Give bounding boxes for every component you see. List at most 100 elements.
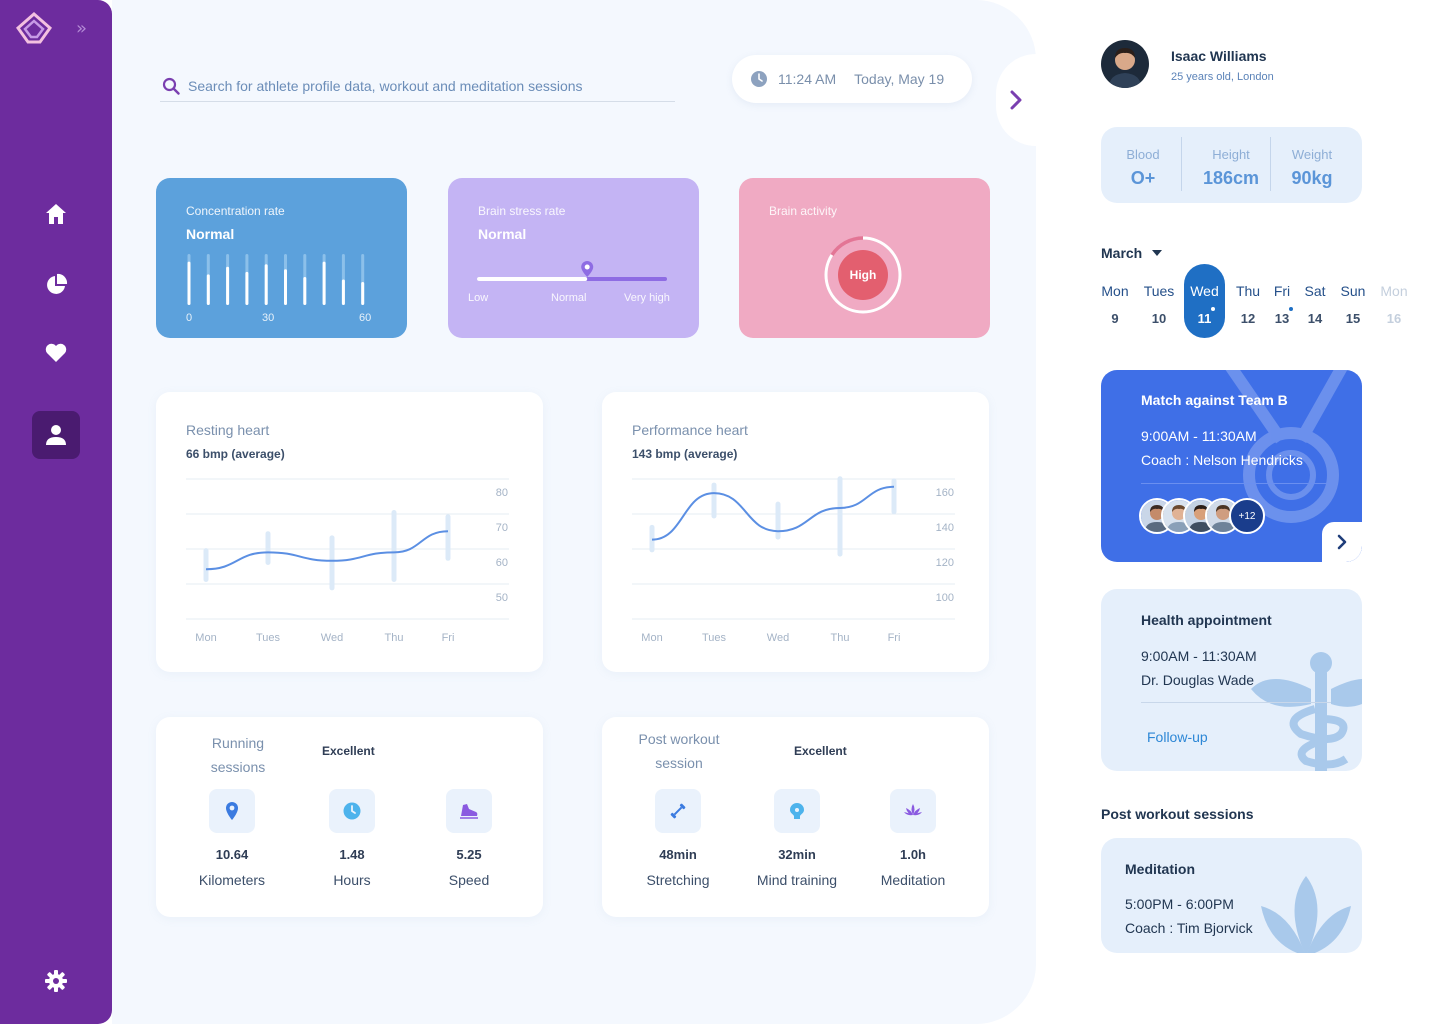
concentration-bar xyxy=(226,266,230,305)
duration-unit: Hours xyxy=(333,872,371,888)
x-tick-label: Thu xyxy=(831,632,850,644)
search-icon[interactable] xyxy=(162,77,180,95)
clock-icon xyxy=(751,71,767,87)
health-divider xyxy=(1141,702,1331,703)
day-number: 16 xyxy=(1386,311,1402,326)
calendar-day[interactable]: Mon 16 xyxy=(1372,264,1416,338)
sidebar-expand-icon[interactable]: » xyxy=(76,18,87,39)
range-bar xyxy=(203,548,209,582)
match-title: Match against Team B xyxy=(1141,392,1288,408)
performance-heart-chart: 160 140 120 100 Mon Tues Wed Thu Fri xyxy=(632,476,955,644)
speed-value: 5.25 xyxy=(456,847,482,862)
sidebar: » xyxy=(0,0,112,1024)
concentration-scale-min: 0 xyxy=(186,312,193,324)
home-icon xyxy=(46,204,66,224)
pie-chart-icon xyxy=(47,273,68,294)
concentration-bar xyxy=(284,269,287,305)
brain-activity-value: High xyxy=(849,268,877,282)
chevron-right-icon xyxy=(1337,534,1347,550)
follow-up-link[interactable]: Follow-up xyxy=(1147,729,1208,745)
mind-value: 32min xyxy=(778,847,816,862)
match-time: 9:00AM - 11:30AM xyxy=(1141,428,1257,444)
calendar-day[interactable]: Tues 10 xyxy=(1137,264,1181,338)
day-number: 9 xyxy=(1111,311,1119,326)
x-tick-label: Tues xyxy=(702,632,727,644)
stretching-icon-box xyxy=(655,789,701,833)
mind-icon-box xyxy=(774,789,820,833)
concentration-card[interactable]: Concentration rate Normal 0 30 60 xyxy=(156,178,407,338)
calendar-day[interactable]: Mon 9 xyxy=(1093,264,1137,338)
stress-label-normal: Normal xyxy=(551,292,587,304)
post-workout-mind[interactable]: 32min Mind training xyxy=(739,789,855,888)
brain-activity-gauge xyxy=(824,236,902,314)
brain-activity-card[interactable]: Brain activity High xyxy=(739,178,990,338)
calendar-day[interactable]: Sun 15 xyxy=(1331,264,1375,338)
running-duration[interactable]: 1.48 Hours xyxy=(294,789,410,888)
match-open-button[interactable] xyxy=(1322,522,1362,562)
post-workout-meditation[interactable]: 1.0h Meditation xyxy=(855,789,971,888)
event-health-card[interactable]: Health appointment 9:00AM - 11:30AM Dr. … xyxy=(1101,589,1362,771)
bio-height-label: Height xyxy=(1212,147,1250,162)
running-sessions-title: Running sessions xyxy=(200,731,276,779)
post-workout-stretching[interactable]: 48min Stretching xyxy=(620,789,736,888)
day-number: 11 xyxy=(1197,311,1212,326)
range-bar xyxy=(649,524,655,553)
bio-divider xyxy=(1270,137,1271,191)
post-workout-card: Post workout session Excellent 48min Str… xyxy=(602,717,989,917)
day-name: Mon xyxy=(1380,283,1408,299)
running-title-line1: Running xyxy=(211,735,265,751)
chevron-right-icon xyxy=(1010,90,1022,110)
event-match-card[interactable]: Match against Team B 9:00AM - 11:30AM Co… xyxy=(1101,370,1362,562)
distance-value: 10.64 xyxy=(215,847,249,862)
day-number: 10 xyxy=(1151,311,1167,326)
panel-toggle-button[interactable] xyxy=(996,54,1076,146)
speed-icon-box xyxy=(446,789,492,833)
running-title-line2: sessions xyxy=(210,759,266,775)
health-doctor: Dr. Douglas Wade xyxy=(1141,672,1255,688)
stretching-unit: Stretching xyxy=(646,872,710,888)
day-name: Wed xyxy=(1190,283,1219,299)
search-input[interactable] xyxy=(188,77,668,94)
nav-health[interactable] xyxy=(32,329,80,377)
x-tick-label: Fri xyxy=(442,632,455,644)
performance-heart-card: Performance heart 143 bmp (average) 160 1… xyxy=(602,392,989,672)
resting-heart-card: Resting heart 66 bmp (average) 80 70 60 50 M… xyxy=(156,392,543,672)
day-number: 15 xyxy=(1345,311,1361,326)
shoe-icon xyxy=(460,804,478,819)
nav-stats[interactable] xyxy=(32,261,80,309)
range-bar xyxy=(775,501,781,540)
y-tick-label: 70 xyxy=(496,522,508,534)
nav-settings[interactable] xyxy=(32,957,80,1005)
meditation-coach: Coach : Tim Bjorvick xyxy=(1125,920,1253,936)
nav-home[interactable] xyxy=(32,190,80,238)
range-bar xyxy=(445,514,451,561)
avatar[interactable] xyxy=(1101,40,1149,88)
x-tick-label: Mon xyxy=(641,632,662,644)
team-more-count[interactable]: +12 xyxy=(1229,498,1265,534)
app-logo-icon[interactable] xyxy=(16,12,52,44)
heart-icon xyxy=(45,343,67,362)
location-pin-icon xyxy=(226,802,238,820)
stress-card[interactable]: Brain stress rate Normal Low Normal Very… xyxy=(448,178,699,338)
series-line xyxy=(651,485,895,541)
meditation-value: 1.0h xyxy=(899,847,926,862)
calendar-month[interactable]: March xyxy=(1101,245,1142,261)
concentration-bar xyxy=(187,261,191,305)
dumbbell-icon xyxy=(670,803,686,819)
stress-label-low: Low xyxy=(468,292,489,304)
gear-icon xyxy=(45,970,67,992)
range-bar xyxy=(837,476,843,557)
lotus-icon xyxy=(904,804,922,816)
calendar-day-selected[interactable]: Wed 11 xyxy=(1184,264,1225,338)
series-line xyxy=(205,530,449,571)
running-distance[interactable]: 10.64 Kilometers xyxy=(174,789,290,888)
concentration-bar xyxy=(264,264,268,305)
meditation-unit: Meditation xyxy=(880,872,946,888)
running-speed[interactable]: 5.25 Speed xyxy=(411,789,527,888)
event-meditation-card[interactable]: Meditation 5:00PM - 6:00PM Coach : Tim B… xyxy=(1101,838,1362,953)
mind-unit: Mind training xyxy=(756,872,838,888)
chevron-down-icon[interactable] xyxy=(1152,250,1162,256)
range-bar xyxy=(329,535,335,591)
nav-profile[interactable] xyxy=(32,411,80,459)
x-tick-label: Wed xyxy=(321,632,343,644)
